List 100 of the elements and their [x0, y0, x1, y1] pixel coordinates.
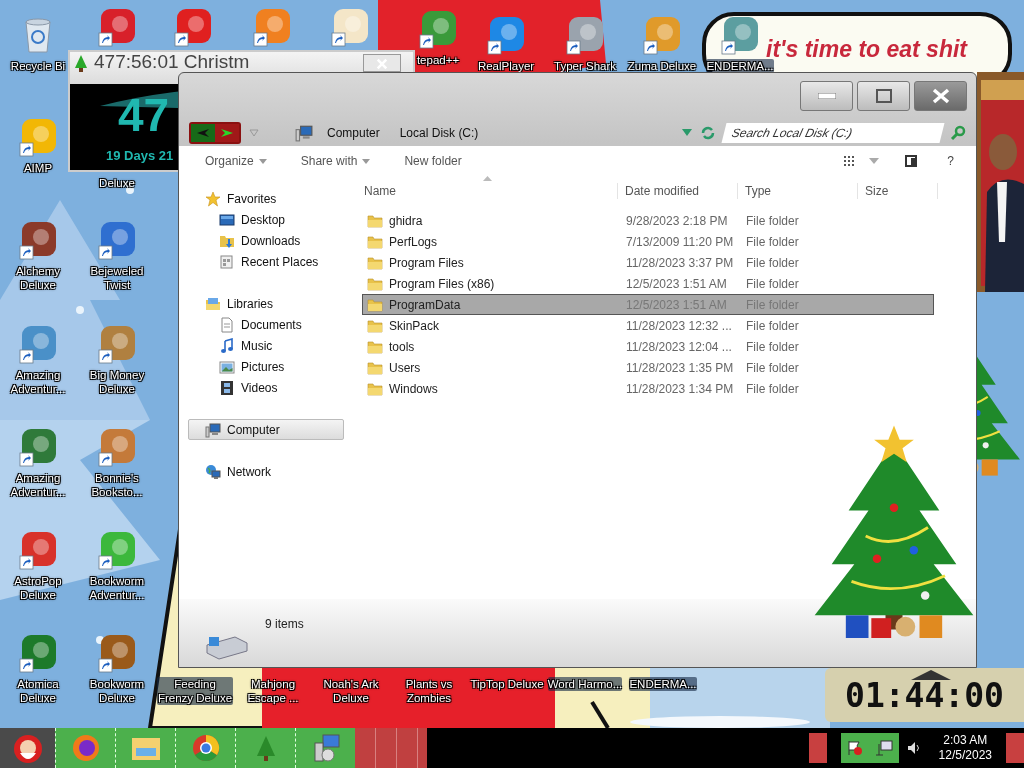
nav-item[interactable]: Favorites: [188, 188, 344, 209]
column-header[interactable]: Type: [738, 183, 858, 199]
toolbar-button[interactable]: Share with: [292, 154, 379, 168]
icon-label[interactable]: tepad++: [416, 53, 460, 67]
pictures-icon: [219, 358, 235, 375]
folder-icon: [367, 360, 383, 375]
file-row[interactable]: ghidra 9/28/2023 2:18 PM File folder: [362, 210, 934, 231]
flag-icon[interactable]: [846, 740, 863, 756]
clock-time: 01:44:00: [845, 675, 1004, 715]
up-arrow-icon[interactable]: [911, 670, 951, 680]
file-name: Users: [389, 360, 421, 375]
view-icon[interactable]: [843, 155, 856, 167]
file-name: Program Files: [389, 255, 464, 270]
date-cell-text: 11/28/2023 1:35 PM: [625, 360, 735, 375]
toolbar-button[interactable]: Organize: [197, 154, 275, 168]
nav-item[interactable]: Computer: [188, 419, 344, 440]
film-icon: [219, 379, 235, 396]
nav-item[interactable]: Network: [188, 461, 344, 482]
folder-icon: [367, 297, 383, 312]
file-name: SkinPack: [389, 318, 440, 333]
sort-arrow-icon: [483, 176, 492, 181]
shortcut-icon[interactable]: [17, 219, 59, 261]
icon-label[interactable]: TipTop Deluxe: [470, 677, 544, 691]
file-name: ProgramData: [389, 297, 461, 312]
icon-label[interactable]: RealPlayer: [477, 59, 535, 73]
nav-item[interactable]: Recent Places: [188, 251, 344, 272]
folder-icon: [367, 381, 383, 396]
library-icon: [205, 295, 221, 312]
start-button[interactable]: [0, 728, 55, 768]
banner-text: it's time to eat shit: [766, 36, 967, 62]
nav-item[interactable]: Pictures: [188, 356, 344, 377]
close-icon: [375, 58, 389, 70]
date-cell-text: 12/5/2023 1:51 AM: [625, 276, 728, 291]
file-row[interactable]: Program Files (x86) 12/5/2023 1:51 AM File folder: [362, 273, 934, 294]
computer-icon: [205, 421, 221, 438]
breadcrumb[interactable]: Local Disk (C:): [393, 125, 485, 140]
folder-icon: [367, 234, 383, 249]
date-cell-text: 11/28/2023 1:34 PM: [625, 381, 735, 396]
icon-label[interactable]: Plants vs Zombies: [391, 677, 467, 705]
music-note-icon: [219, 337, 235, 354]
caret-icon[interactable]: [869, 158, 880, 164]
star-icon: [205, 190, 221, 207]
nav-item[interactable]: Desktop: [188, 209, 344, 230]
date-cell-text: 9/28/2023 2:18 PM: [625, 213, 729, 228]
nav-item[interactable]: Downloads: [188, 230, 344, 251]
search-field[interactable]: Search Local Disk (C:): [721, 122, 945, 143]
nav-item[interactable]: Music: [188, 335, 344, 356]
type-cell-text: File folder: [745, 381, 800, 396]
file-name: ghidra: [389, 213, 423, 228]
folder-icon: [367, 255, 383, 270]
computer-icon: [295, 123, 313, 142]
folder-icon: [367, 318, 383, 333]
close-icon: [931, 88, 950, 104]
snowflake-icon: [76, 306, 84, 314]
volume-icon[interactable]: [906, 741, 921, 755]
clock-time: 2:03 AM: [943, 733, 988, 748]
type-cell-text: File folder: [745, 339, 800, 354]
network-icon[interactable]: [874, 740, 893, 756]
file-row[interactable]: Program Files 11/28/2023 3:37 PM File folder: [362, 252, 934, 273]
item-count: 9 items: [265, 617, 304, 631]
date-cell-text: 11/28/2023 12:32 ...: [625, 318, 733, 333]
maximize-button[interactable]: [857, 81, 910, 111]
nav-item[interactable]: Libraries: [188, 293, 344, 314]
preview-pane-icon[interactable]: [905, 155, 918, 167]
file-row[interactable]: PerfLogs 7/13/2009 11:20 PM File folder: [362, 231, 934, 252]
taskbar-clock[interactable]: 2:03 AM 12/5/2023: [938, 733, 992, 763]
countdown-days: 19 Days 21: [106, 148, 174, 163]
minimize-button[interactable]: [800, 81, 853, 111]
toolbar-button[interactable]: New folder: [396, 154, 470, 168]
nav-item[interactable]: Videos: [188, 377, 344, 398]
minimize-icon: [817, 93, 836, 99]
file-row[interactable]: Windows 11/28/2023 1:34 PM File folder: [362, 378, 934, 399]
nav-item[interactable]: Documents: [188, 314, 344, 335]
type-cell-text: File folder: [745, 255, 800, 270]
shortcut-icon[interactable]: [719, 14, 761, 56]
date-cell-text: 11/28/2023 3:37 PM: [625, 255, 735, 270]
file-name: Windows: [389, 381, 438, 396]
folder-icon: [367, 276, 383, 291]
file-row[interactable]: SkinPack 11/28/2023 12:32 ... File folder: [362, 315, 934, 336]
browser-icon: [70, 733, 101, 763]
tray-block: [808, 733, 827, 763]
help-button[interactable]: ?: [941, 153, 960, 169]
recent-places-icon: [219, 253, 235, 270]
column-header[interactable]: Size: [858, 183, 938, 199]
icon-label[interactable]: Noah's Ark Deluxe: [313, 677, 389, 705]
file-row[interactable]: tools 11/28/2023 12:04 ... File folder: [362, 336, 934, 357]
file-name: tools: [389, 339, 415, 354]
close-button[interactable]: [363, 54, 401, 72]
close-button[interactable]: [914, 81, 967, 111]
column-header[interactable]: Date modified: [618, 183, 738, 199]
date-cell-text: 11/28/2023 12:04 ...: [625, 339, 733, 354]
back-button[interactable]: [191, 123, 215, 142]
forward-button[interactable]: [215, 123, 239, 142]
gadget-title: 477:56:01 Christm: [94, 52, 250, 72]
file-row[interactable]: Users 11/28/2023 1:35 PM File folder: [362, 357, 934, 378]
breadcrumb[interactable]: Computer: [321, 125, 386, 140]
icon-label[interactable]: Feeding Frenzy Deluxe: [157, 677, 233, 705]
tree-icon: [74, 54, 88, 72]
column-header[interactable]: Name: [362, 183, 618, 199]
forward-arrow-icon: [220, 127, 234, 138]
